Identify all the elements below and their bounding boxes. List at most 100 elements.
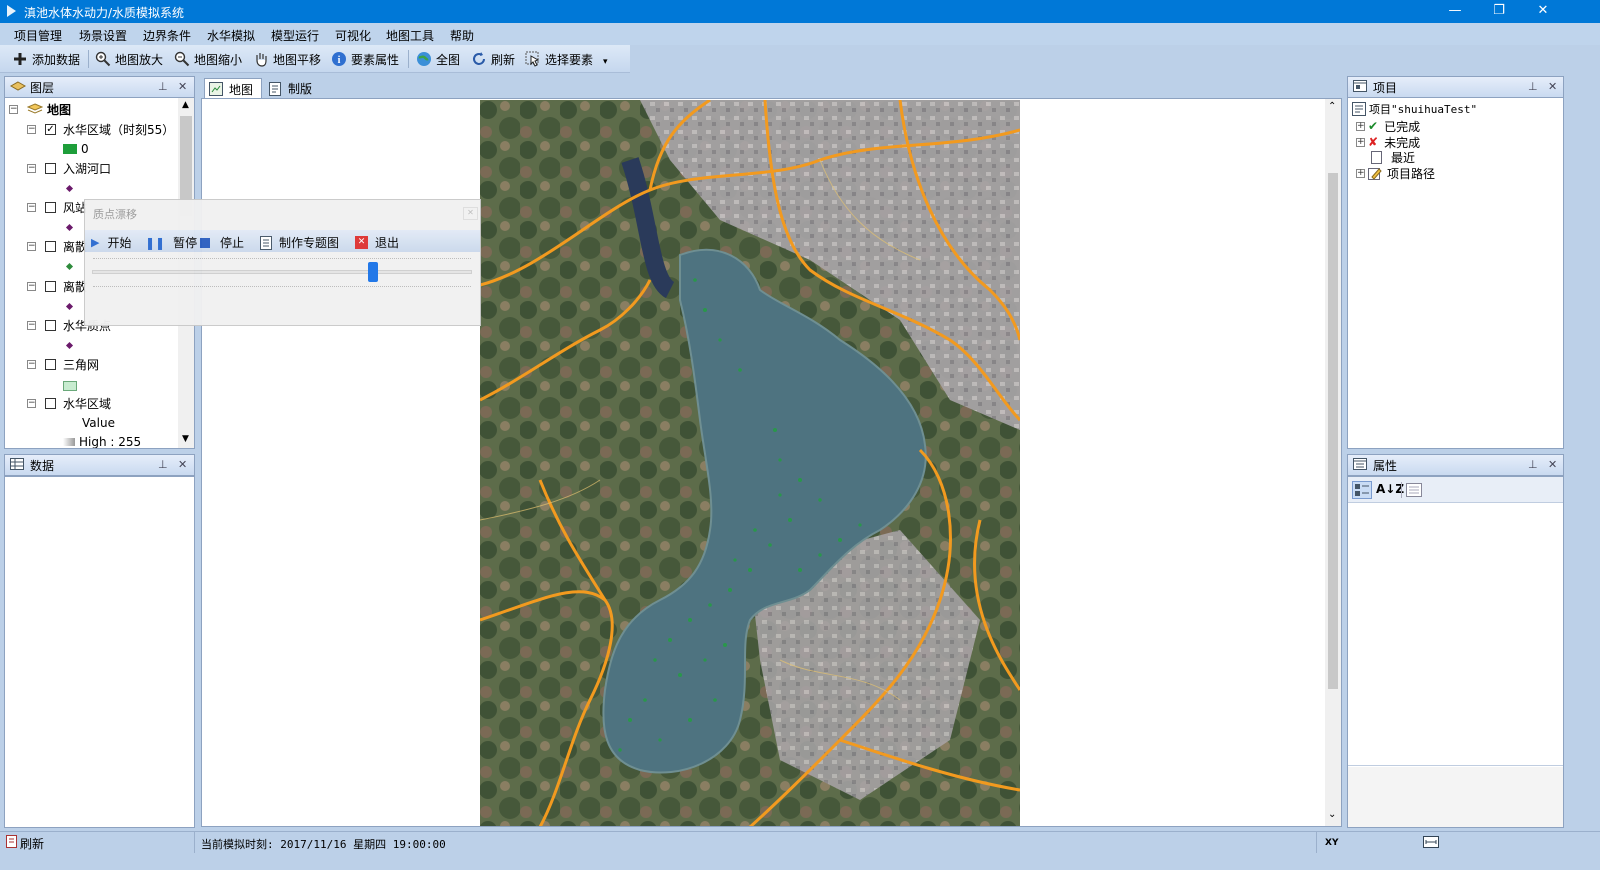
layer-root[interactable]: − 地图	[9, 101, 71, 117]
tab-map[interactable]: 地图	[204, 78, 262, 99]
scroll-thumb[interactable]	[1328, 173, 1338, 689]
pin-icon[interactable]: ⊥	[1528, 80, 1538, 93]
layer-item[interactable]: − 水华区域	[27, 395, 111, 411]
time-slider-track[interactable]	[92, 270, 472, 274]
refresh-button[interactable]: 刷新	[471, 50, 515, 68]
collapse-icon[interactable]: −	[27, 241, 36, 251]
make-map-label: 制作专题图	[279, 236, 340, 250]
expand-icon[interactable]: +	[1356, 137, 1365, 147]
legend-item: High : 255	[63, 434, 141, 448]
layer-item[interactable]: − 离散	[27, 238, 87, 254]
menu-help[interactable]: 帮助	[450, 27, 474, 44]
pan-button[interactable]: 地图平移	[253, 50, 321, 68]
menu-boundary[interactable]: 边界条件	[143, 27, 191, 44]
scroll-up-icon[interactable]: ⌃	[1328, 101, 1336, 112]
layer-item[interactable]: − 三角网	[27, 356, 99, 372]
zoom-out-label: 地图缩小	[194, 52, 243, 67]
scroll-down-icon[interactable]: ▼	[182, 434, 189, 444]
property-pages-icon[interactable]	[1406, 483, 1422, 497]
close-panel-icon[interactable]: ✕	[1548, 80, 1557, 93]
close-panel-icon[interactable]: ✕	[1548, 458, 1557, 471]
layer-label: 水华区域	[63, 396, 112, 411]
satellite-map[interactable]	[480, 100, 1020, 827]
collapse-icon[interactable]: −	[27, 124, 36, 134]
project-root[interactable]: 项目"shuihuaTest"	[1352, 101, 1477, 117]
app-icon	[7, 5, 16, 17]
toolbar-overflow-icon[interactable]: ▾	[603, 57, 608, 67]
dialog-close-icon[interactable]: ✕	[463, 207, 478, 220]
zoom-in-button[interactable]: 地图放大	[95, 50, 163, 68]
identify-button[interactable]: i 要素属性	[331, 50, 399, 68]
categorized-button[interactable]	[1352, 481, 1372, 499]
layer-checkbox[interactable]	[45, 319, 56, 331]
layer-checkbox[interactable]	[45, 162, 56, 174]
collapse-icon[interactable]: −	[27, 163, 36, 173]
menu-scene[interactable]: 场景设置	[79, 27, 127, 44]
collapse-icon[interactable]: −	[27, 398, 36, 408]
add-data-button[interactable]: 添加数据	[12, 50, 80, 68]
select-features-button[interactable]: 选择要素	[525, 50, 593, 68]
globe-icon	[416, 51, 432, 67]
sort-az-icon[interactable]: A↓Z	[1376, 482, 1404, 496]
collapse-icon[interactable]: −	[27, 359, 36, 369]
project-item-recent[interactable]: 最近	[1368, 149, 1415, 165]
layer-checkbox[interactable]	[45, 201, 56, 213]
title-bar: 滇池水体水动力/水质模拟系统 — ❐ ✕	[0, 0, 1600, 23]
make-thematic-map-button[interactable]: 制作专题图	[259, 234, 339, 251]
layout-tab-icon	[269, 81, 281, 96]
scroll-up-icon[interactable]: ▲	[182, 100, 189, 110]
project-icon	[1353, 80, 1369, 94]
menu-visualize[interactable]: 可视化	[335, 27, 371, 44]
layer-item[interactable]: − 离散	[27, 278, 87, 294]
collapse-icon[interactable]: −	[9, 104, 18, 114]
menu-map-tools[interactable]: 地图工具	[386, 27, 434, 44]
document-icon	[260, 235, 272, 250]
collapse-icon[interactable]: −	[27, 281, 36, 291]
layer-checkbox[interactable]	[45, 240, 56, 252]
layer-item[interactable]: − ✓ 水华区域（时刻55）	[27, 121, 174, 137]
project-tree-icon	[1352, 102, 1366, 116]
full-extent-button[interactable]: 全图	[416, 50, 460, 68]
project-item-done[interactable]: + ✔ 已完成	[1356, 118, 1420, 134]
pin-icon[interactable]: ⊥	[158, 458, 168, 471]
zoom-out-button[interactable]: 地图缩小	[174, 50, 242, 68]
restore-button[interactable]: ❐	[1477, 0, 1521, 23]
status-message: 刷新	[20, 837, 45, 851]
scroll-down-icon[interactable]: ⌄	[1328, 809, 1336, 820]
menu-project[interactable]: 项目管理	[14, 27, 62, 44]
time-slider-thumb[interactable]	[368, 262, 379, 282]
close-window-button[interactable]: ✕	[1521, 0, 1565, 23]
map-scrollbar[interactable]: ⌃ ⌄	[1325, 99, 1341, 826]
pin-icon[interactable]: ⊥	[1528, 458, 1538, 471]
pause-button[interactable]: ❚❚ 暂停	[145, 234, 197, 251]
exit-label: 退出	[375, 236, 400, 250]
collapse-icon[interactable]: −	[27, 320, 36, 330]
tab-layout[interactable]: 制版	[266, 78, 324, 99]
expand-icon[interactable]: +	[1356, 121, 1365, 131]
expand-icon[interactable]: +	[1356, 168, 1365, 178]
legend-point-icon	[65, 341, 74, 349]
data-panel-title: 数据	[30, 458, 55, 473]
layer-checkbox[interactable]	[45, 397, 56, 409]
project-item-path[interactable]: + 项目路径	[1356, 165, 1435, 181]
project-panel-header: 项目 ⊥ ✕	[1347, 76, 1564, 98]
layer-checkbox[interactable]	[45, 358, 56, 370]
stop-button[interactable]: 停止	[200, 234, 244, 251]
close-panel-icon[interactable]: ✕	[178, 80, 187, 93]
legend-item	[65, 298, 74, 314]
menu-run[interactable]: 模型运行	[271, 27, 319, 44]
start-button[interactable]: ▶ 开始	[91, 234, 131, 251]
minimize-button[interactable]: —	[1433, 0, 1477, 23]
legend-item	[65, 180, 74, 196]
layer-item[interactable]: − 风站	[27, 199, 87, 215]
data-panel	[4, 476, 195, 828]
layer-checkbox[interactable]: ✓	[45, 123, 56, 135]
close-panel-icon[interactable]: ✕	[178, 458, 187, 471]
layer-item[interactable]: − 入湖河口	[27, 160, 111, 176]
status-bar: 刷新 当前模拟时刻: 2017/11/16 星期四 19:00:00 XY	[0, 831, 1600, 853]
collapse-icon[interactable]: −	[27, 202, 36, 212]
exit-button[interactable]: ✕ 退出	[355, 234, 399, 251]
pin-icon[interactable]: ⊥	[158, 80, 168, 93]
menu-bloom[interactable]: 水华模拟	[207, 27, 255, 44]
layer-checkbox[interactable]	[45, 280, 56, 292]
